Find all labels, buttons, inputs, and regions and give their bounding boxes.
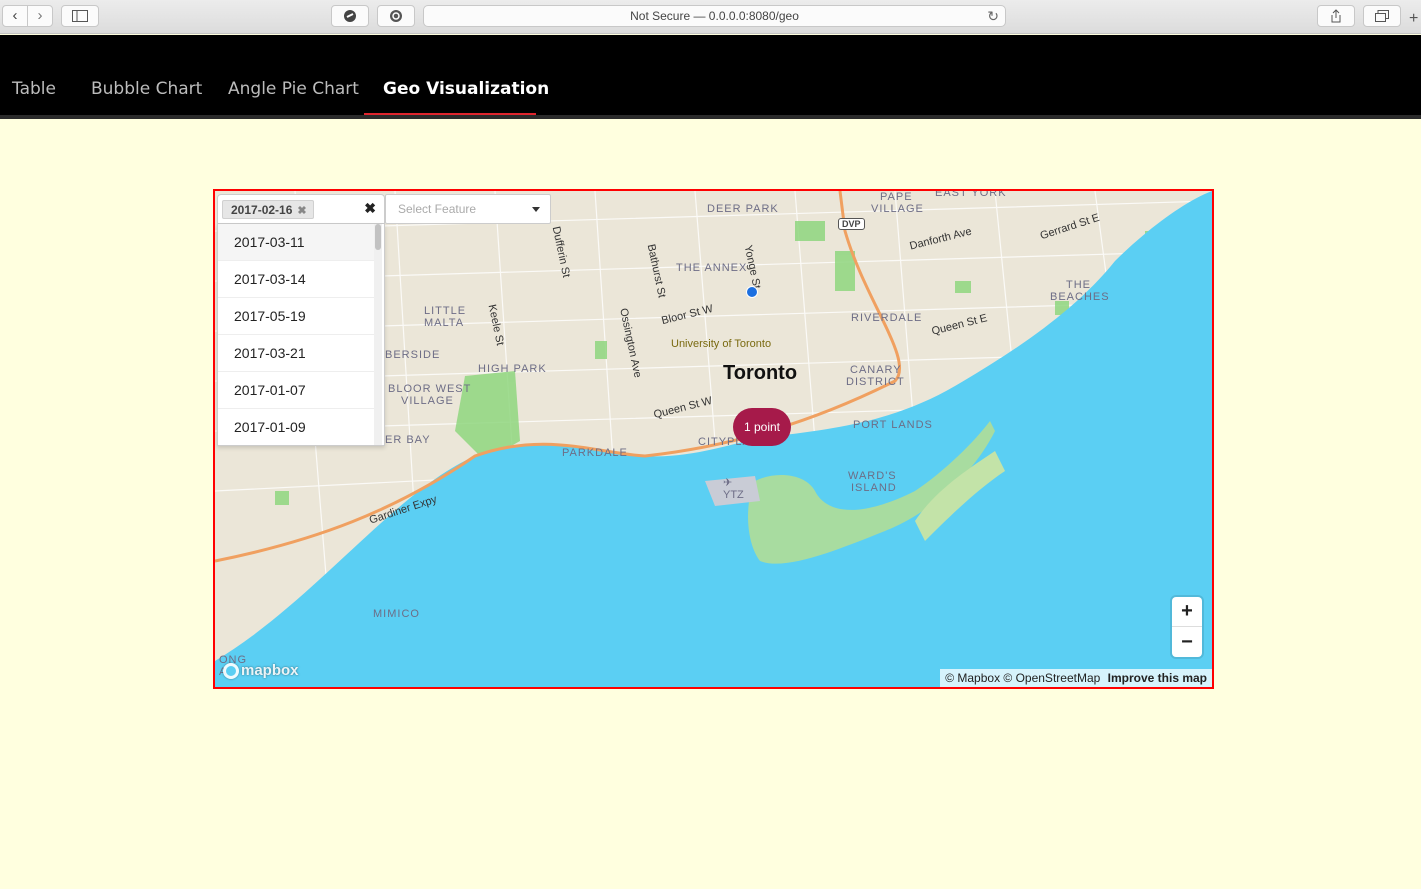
zoom-out-button[interactable]: − bbox=[1172, 627, 1202, 657]
label-airport: YTZ bbox=[723, 489, 744, 501]
date-option[interactable]: 2017-03-11 bbox=[218, 224, 374, 261]
label-parkdale: PARKDALE bbox=[562, 447, 628, 459]
date-option[interactable]: 2017-01-07 bbox=[218, 372, 374, 409]
back-icon[interactable]: ‹ bbox=[3, 6, 28, 26]
address-bar[interactable]: Not Secure — 0.0.0.0:8080/geo ↻ bbox=[423, 5, 1006, 27]
url-text: Not Secure — 0.0.0.0:8080/geo bbox=[630, 9, 799, 23]
airport-icon: ✈ YTZ bbox=[723, 477, 744, 501]
label-district: DISTRICT bbox=[846, 376, 905, 388]
label-port-lands: PORT LANDS bbox=[853, 419, 933, 431]
label-mimico: MIMICO bbox=[373, 608, 420, 620]
zoom-control: + − bbox=[1172, 597, 1202, 657]
selected-date-chip: 2017-02-16 ✖ bbox=[222, 200, 314, 219]
app-header: Table Bubble Chart Angle Pie Chart Geo V… bbox=[0, 35, 1421, 119]
forward-icon[interactable]: › bbox=[28, 6, 52, 26]
zoom-in-button[interactable]: + bbox=[1172, 597, 1202, 627]
clear-all-icon[interactable]: ✖ bbox=[364, 200, 376, 217]
tabs-icon[interactable] bbox=[1363, 5, 1401, 27]
share-icon[interactable] bbox=[1317, 5, 1355, 27]
date-option[interactable]: 2017-05-19 bbox=[218, 298, 374, 335]
label-the: THE bbox=[1066, 279, 1091, 291]
tab-geo-visualization[interactable]: Geo Visualization bbox=[383, 79, 549, 99]
label-little: LITTLE bbox=[424, 305, 467, 317]
date-option[interactable]: 2017-01-09 bbox=[218, 409, 374, 445]
history-nav: ‹ › bbox=[2, 5, 53, 27]
map-attribution: © Mapbox © OpenStreetMap Improve this ma… bbox=[940, 669, 1212, 687]
label-pape: PAPE bbox=[880, 191, 913, 203]
scrollbar-thumb[interactable] bbox=[375, 224, 381, 250]
label-riverdale: RIVERDALE bbox=[851, 312, 923, 324]
date-option[interactable]: 2017-03-21 bbox=[218, 335, 374, 372]
label-east-york: EAST YORK bbox=[935, 189, 1007, 199]
active-tab-indicator bbox=[364, 113, 536, 115]
label-beaches: BEACHES bbox=[1050, 291, 1110, 303]
browser-toolbar: ‹ › Not Secure — 0.0.0.0:8080/geo ↻ + bbox=[0, 0, 1421, 34]
label-malta: MALTA bbox=[424, 317, 465, 329]
label-village: VILLAGE bbox=[871, 203, 924, 215]
tab-angle-pie-chart[interactable]: Angle Pie Chart bbox=[228, 79, 359, 99]
cluster-marker[interactable]: 1 point bbox=[733, 408, 791, 446]
tab-bubble-chart[interactable]: Bubble Chart bbox=[91, 79, 202, 99]
reload-icon[interactable]: ↻ bbox=[987, 8, 999, 25]
highway-shield-dvp: DVP bbox=[838, 218, 865, 230]
date-multiselect[interactable]: 2017-02-16 ✖ ✖ bbox=[217, 194, 385, 224]
label-university: University of Toronto bbox=[671, 338, 772, 350]
label-deer-park: DEER PARK bbox=[707, 203, 779, 215]
feature-select[interactable]: Select Feature bbox=[385, 194, 551, 224]
label-bloor-village: VILLAGE bbox=[401, 395, 454, 407]
label-island: ISLAND bbox=[851, 482, 897, 494]
chevron-down-icon bbox=[532, 207, 540, 212]
date-option[interactable]: 2017-03-14 bbox=[218, 261, 374, 298]
dropdown-scrollbar[interactable] bbox=[374, 224, 382, 445]
extension-icon[interactable] bbox=[331, 5, 369, 27]
remove-chip-icon[interactable]: ✖ bbox=[297, 204, 306, 217]
map-container[interactable]: PAPE VILLAGE EAST YORK DEER PARK THE ANN… bbox=[213, 189, 1214, 689]
selected-date-label: 2017-02-16 bbox=[231, 203, 293, 217]
label-er-bay: ER BAY bbox=[385, 434, 431, 446]
label-city: Toronto bbox=[723, 362, 798, 384]
mapbox-logo-icon bbox=[223, 662, 239, 679]
label-the-annex: THE ANNEX bbox=[676, 262, 748, 274]
plus-icon[interactable]: + bbox=[1409, 10, 1418, 28]
grammar-extension-icon[interactable] bbox=[377, 5, 415, 27]
label-wards: WARD'S bbox=[848, 470, 897, 482]
feature-placeholder: Select Feature bbox=[398, 202, 477, 216]
data-point-marker[interactable] bbox=[746, 286, 758, 298]
date-dropdown-list: 2017-03-11 2017-03-14 2017-05-19 2017-03… bbox=[217, 224, 385, 446]
attribution-text: © Mapbox © OpenStreetMap bbox=[945, 671, 1101, 685]
improve-map-link[interactable]: Improve this map bbox=[1108, 671, 1207, 685]
sidebar-icon[interactable] bbox=[61, 5, 99, 27]
label-berside: BERSIDE bbox=[385, 349, 441, 361]
label-bloor-west: BLOOR WEST bbox=[388, 383, 472, 395]
label-high-park: HIGH PARK bbox=[478, 363, 547, 375]
tab-table[interactable]: Table bbox=[12, 79, 56, 99]
mapbox-logo[interactable]: mapbox bbox=[223, 662, 299, 679]
label-canary: CANARY bbox=[850, 364, 902, 376]
